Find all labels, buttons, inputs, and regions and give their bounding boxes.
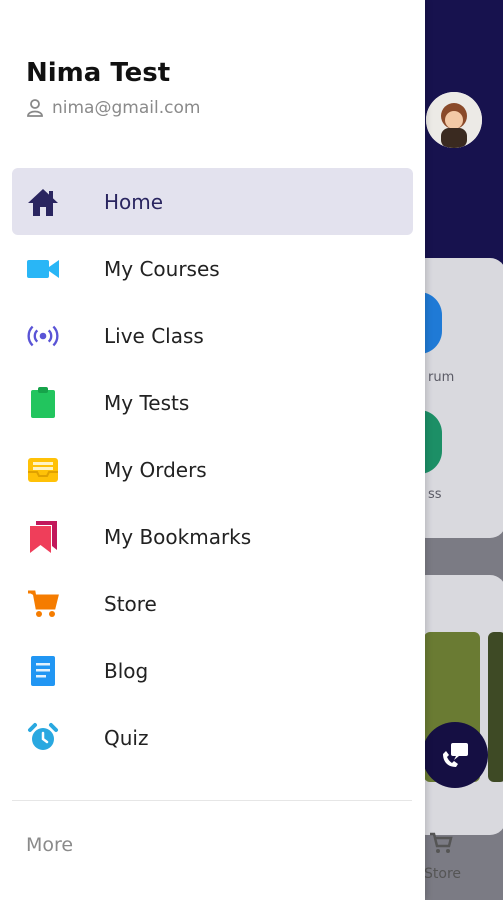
- menu-item-my-tests[interactable]: My Tests: [0, 369, 425, 436]
- menu-item-store[interactable]: Store: [0, 570, 425, 637]
- person-icon: [27, 99, 43, 117]
- drawer-menu: Home My Courses Live Class My Tests My O…: [0, 168, 425, 771]
- alarm-clock-icon: [26, 721, 60, 755]
- menu-item-my-bookmarks[interactable]: My Bookmarks: [0, 503, 425, 570]
- menu-item-label: My Bookmarks: [104, 524, 252, 549]
- menu-item-my-orders[interactable]: My Orders: [0, 436, 425, 503]
- menu-item-label: Home: [104, 189, 164, 214]
- broadcast-icon: [26, 319, 60, 353]
- bookmarks-icon: [26, 520, 60, 554]
- photo-thumbnail: [488, 632, 503, 782]
- menu-item-label: Blog: [104, 658, 149, 683]
- divider: [12, 800, 412, 801]
- inbox-tray-icon: [26, 453, 60, 487]
- store-tab-label: Store: [424, 866, 462, 882]
- menu-item-label: Store: [104, 591, 157, 616]
- menu-item-home[interactable]: Home: [12, 168, 413, 235]
- cart-icon: [26, 587, 60, 621]
- menu-item-live-class[interactable]: Live Class: [0, 302, 425, 369]
- chat-phone-icon: [443, 743, 468, 767]
- class-label: ss: [428, 487, 442, 502]
- menu-item-label: My Tests: [104, 390, 190, 415]
- menu-item-label: Quiz: [104, 725, 149, 750]
- chat-call-fab[interactable]: [422, 722, 488, 788]
- user-email-row: nima@gmail.com: [26, 98, 200, 118]
- menu-item-label: Live Class: [104, 323, 204, 348]
- video-camera-icon: [26, 252, 60, 286]
- document-icon: [26, 654, 60, 688]
- user-email: nima@gmail.com: [52, 98, 201, 118]
- forum-label: rum: [428, 370, 455, 385]
- more-section-label: More: [26, 834, 74, 856]
- menu-item-label: My Orders: [104, 457, 207, 482]
- menu-item-blog[interactable]: Blog: [0, 637, 425, 704]
- home-icon: [26, 185, 60, 219]
- navigation-drawer: Nima Test nima@gmail.com Home My Courses…: [0, 0, 425, 900]
- menu-item-label: My Courses: [104, 256, 220, 281]
- user-name: Nima Test: [26, 58, 171, 88]
- menu-item-quiz[interactable]: Quiz: [0, 704, 425, 771]
- menu-item-my-courses[interactable]: My Courses: [0, 235, 425, 302]
- cart-icon: [428, 830, 454, 860]
- avatar[interactable]: [426, 92, 482, 148]
- clipboard-icon: [26, 386, 60, 420]
